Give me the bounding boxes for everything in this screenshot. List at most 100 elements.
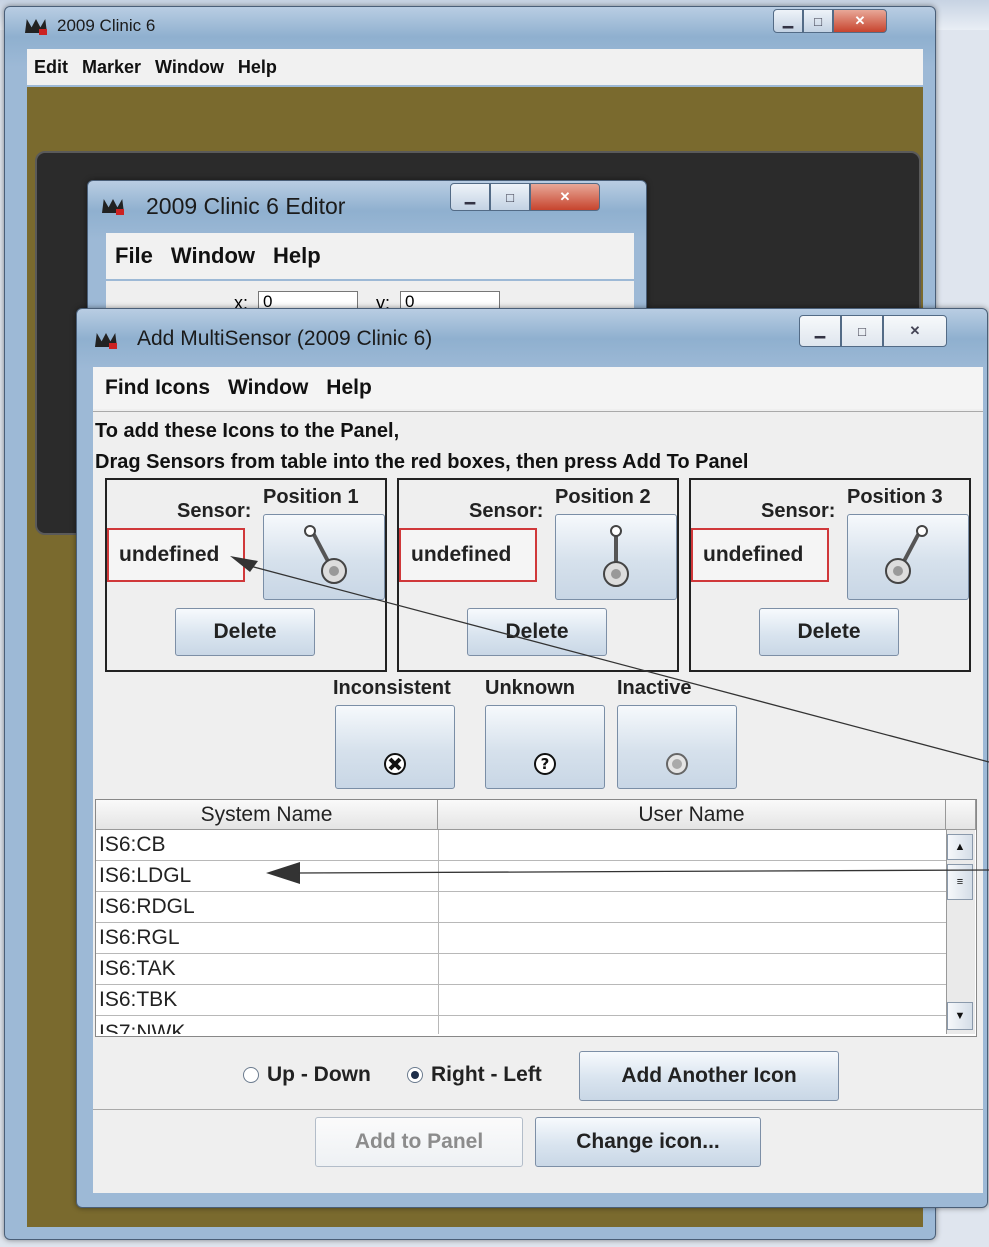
multisensor-titlebar[interactable]: Add MultiSensor (2009 Clinic 6) ▁ □ ✕ <box>77 309 987 350</box>
radio-up-down[interactable]: Up - Down <box>243 1063 371 1087</box>
user-name-cell[interactable] <box>438 861 946 891</box>
svg-text:?: ? <box>541 755 550 773</box>
menu-marker[interactable]: Marker <box>75 57 148 78</box>
radio-right-left[interactable]: Right - Left <box>407 1063 542 1087</box>
radio-up-down-label: Up - Down <box>267 1063 371 1086</box>
system-name-cell[interactable]: IS7:NWK <box>96 1018 438 1034</box>
user-name-cell[interactable] <box>438 954 946 984</box>
toggle-knob-icon[interactable] <box>617 705 737 789</box>
inactive-label: Inactive <box>617 677 692 699</box>
main-menubar: Edit Marker Window Help <box>27 49 923 85</box>
sensor-drop-box-3[interactable]: undefined <box>691 528 829 582</box>
jmri-app-icon <box>102 197 124 215</box>
close-button[interactable]: ✕ <box>530 183 600 211</box>
menu-help[interactable]: Help <box>317 376 381 400</box>
maximize-button[interactable]: □ <box>490 183 530 211</box>
jmri-app-icon <box>25 17 47 35</box>
multisensor-window: Add MultiSensor (2009 Clinic 6) ▁ □ ✕ Fi… <box>76 308 988 1208</box>
table-row[interactable]: IS6:LDGL <box>96 861 946 892</box>
scroll-down-arrow-icon[interactable]: ▼ <box>947 1002 973 1030</box>
add-to-panel-button[interactable]: Add to Panel <box>315 1117 523 1167</box>
system-name-cell[interactable]: IS6:TBK <box>96 985 438 1015</box>
table-row[interactable]: IS6:TAK <box>96 954 946 985</box>
system-name-cell[interactable]: IS6:CB <box>96 830 438 860</box>
add-another-icon-button[interactable]: Add Another Icon <box>579 1051 839 1101</box>
table-scrollbar[interactable]: ▲ ≡ ▼ <box>946 830 975 1034</box>
position-2-panel: Sensor: Position 2 undefined Delete <box>397 478 679 672</box>
column-header-system-name[interactable]: System Name <box>96 800 438 830</box>
user-name-cell[interactable] <box>438 1016 946 1034</box>
instructions-line-1: To add these Icons to the Panel, <box>95 420 400 442</box>
minimize-button[interactable]: ▁ <box>450 183 490 211</box>
minimize-button[interactable]: ▁ <box>799 315 841 347</box>
system-name-cell[interactable]: IS6:RGL <box>96 923 438 953</box>
radio-right-left-label: Right - Left <box>431 1063 542 1086</box>
system-name-cell[interactable]: IS6:TAK <box>96 954 438 984</box>
sensor-table[interactable]: System Name User Name IS6:CB IS6:LDGL IS… <box>95 799 977 1037</box>
toggle-switch-up-left-icon[interactable] <box>263 514 385 600</box>
x-circle-icon[interactable] <box>335 705 455 789</box>
scroll-thumb[interactable]: ≡ <box>947 864 973 900</box>
menu-window[interactable]: Window <box>162 243 264 269</box>
instructions-line-2: Drag Sensors from table into the red box… <box>95 451 749 473</box>
editor-window-title: 2009 Clinic 6 Editor <box>146 193 346 219</box>
multisensor-window-title: Add MultiSensor (2009 Clinic 6) <box>137 327 433 350</box>
maximize-button[interactable]: □ <box>803 9 833 33</box>
user-name-cell[interactable] <box>438 892 946 922</box>
editor-titlebar[interactable]: 2009 Clinic 6 Editor ▁ □ ✕ <box>88 181 646 219</box>
close-button[interactable]: ✕ <box>883 315 947 347</box>
delete-button-3[interactable]: Delete <box>759 608 899 656</box>
menu-window[interactable]: Window <box>148 57 231 78</box>
menu-window[interactable]: Window <box>219 376 317 400</box>
user-name-cell[interactable] <box>438 830 946 860</box>
delete-button-2[interactable]: Delete <box>467 608 607 656</box>
sensor-label: Sensor: <box>469 500 544 522</box>
menu-divider <box>93 411 983 412</box>
menu-edit[interactable]: Edit <box>27 57 75 78</box>
unknown-label: Unknown <box>485 677 575 699</box>
table-row[interactable]: IS6:TBK <box>96 985 946 1016</box>
toggle-switch-up-right-icon[interactable] <box>847 514 969 600</box>
multisensor-menubar: Find Icons Window Help <box>93 367 983 409</box>
change-icon-button[interactable]: Change icon... <box>535 1117 761 1167</box>
scroll-up-arrow-icon[interactable]: ▲ <box>947 834 973 860</box>
editor-menubar: File Window Help <box>106 233 634 279</box>
column-header-user-name[interactable]: User Name <box>438 800 946 830</box>
menu-find-icons[interactable]: Find Icons <box>93 376 219 400</box>
sensor-label: Sensor: <box>761 500 836 522</box>
table-row[interactable]: IS6:CB <box>96 830 946 861</box>
system-name-cell[interactable]: IS6:RDGL <box>96 892 438 922</box>
system-name-cell[interactable]: IS6:LDGL <box>96 861 438 891</box>
sensor-drop-box-2[interactable]: undefined <box>399 528 537 582</box>
main-window-title: 2009 Clinic 6 <box>57 16 156 35</box>
user-name-cell[interactable] <box>438 923 946 953</box>
main-titlebar[interactable]: 2009 Clinic 6 ▁ □ ✕ <box>5 7 935 39</box>
sensor-drop-box-1[interactable]: undefined <box>107 528 245 582</box>
position-1-panel: Sensor: Position 1 undefined Delete <box>105 478 387 672</box>
position-label: Position 3 <box>847 486 943 508</box>
sensor-label: Sensor: <box>177 500 252 522</box>
jmri-app-icon <box>95 331 117 349</box>
inconsistent-label: Inconsistent <box>333 677 451 699</box>
user-name-cell[interactable] <box>438 985 946 1015</box>
radio-selected-icon[interactable] <box>407 1067 423 1083</box>
table-row[interactable]: IS6:RDGL <box>96 892 946 923</box>
minimize-button[interactable]: ▁ <box>773 9 803 33</box>
table-row[interactable]: IS6:RGL <box>96 923 946 954</box>
column-header-corner <box>946 800 976 830</box>
toggle-switch-up-icon[interactable] <box>555 514 677 600</box>
multisensor-content: Find Icons Window Help To add these Icon… <box>93 367 983 1193</box>
close-button[interactable]: ✕ <box>833 9 887 33</box>
bottom-divider <box>93 1109 983 1110</box>
menu-file[interactable]: File <box>106 243 162 269</box>
menu-help[interactable]: Help <box>264 243 330 269</box>
position-3-panel: Sensor: Position 3 undefined Delete <box>689 478 971 672</box>
radio-circle-icon[interactable] <box>243 1067 259 1083</box>
question-circle-icon[interactable]: ? <box>485 705 605 789</box>
maximize-button[interactable]: □ <box>841 315 883 347</box>
menu-help[interactable]: Help <box>231 57 284 78</box>
position-label: Position 1 <box>263 486 359 508</box>
position-label: Position 2 <box>555 486 651 508</box>
table-row[interactable]: IS7:NWK <box>96 1016 946 1034</box>
delete-button-1[interactable]: Delete <box>175 608 315 656</box>
